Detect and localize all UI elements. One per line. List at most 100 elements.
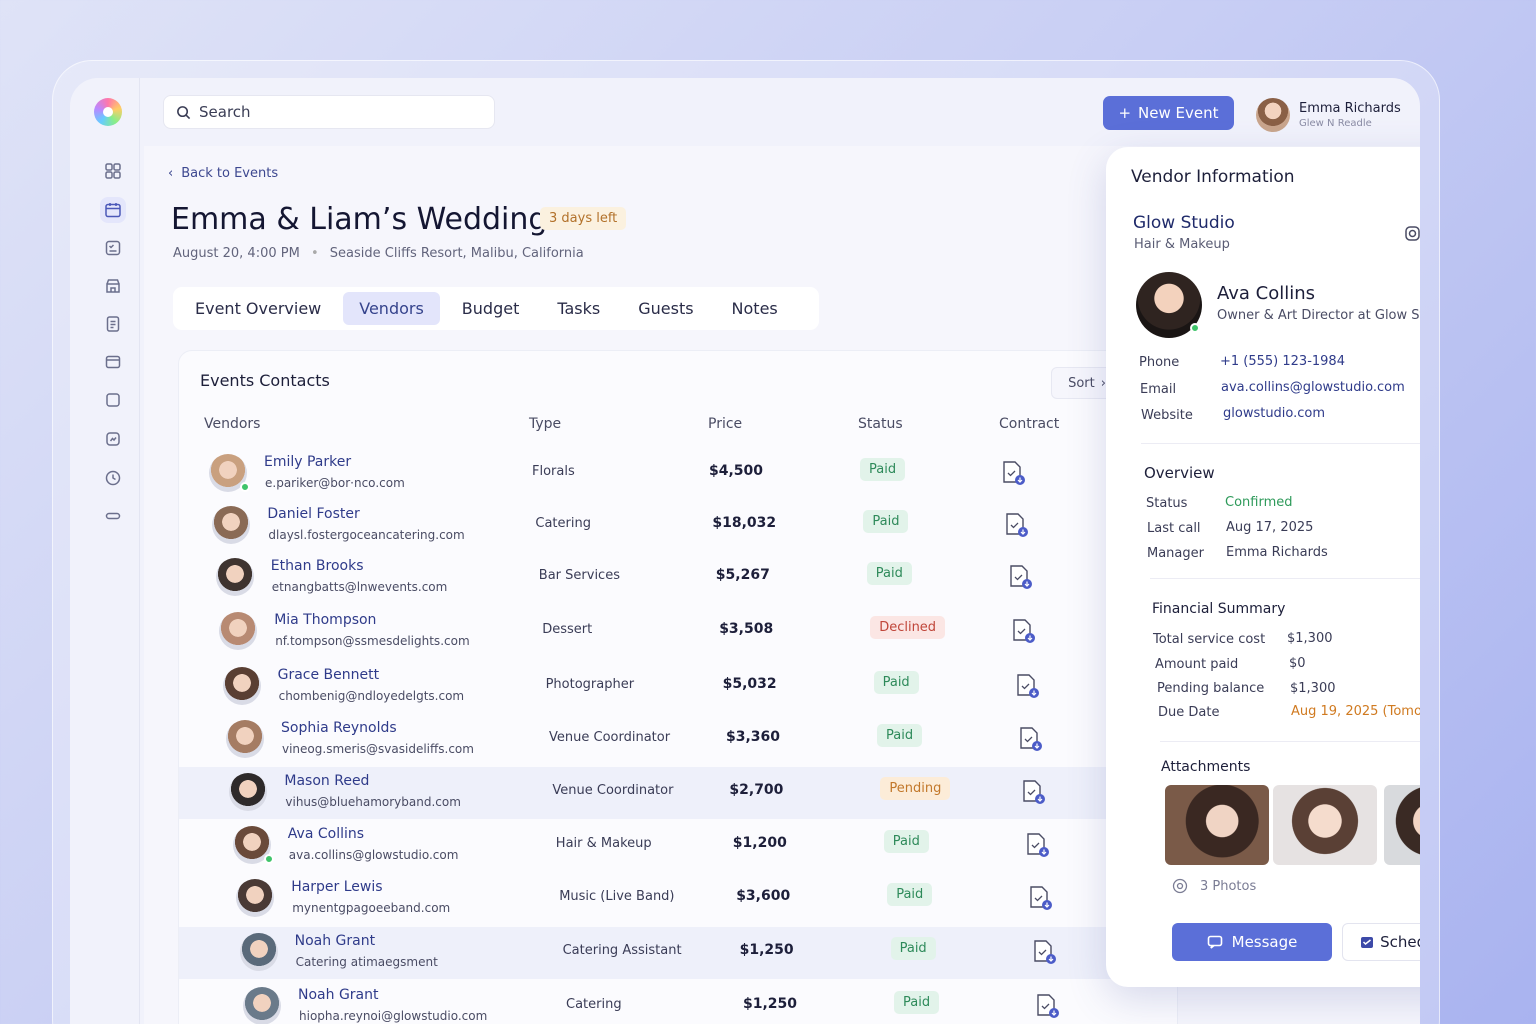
tab-tasks[interactable]: Tasks — [541, 292, 616, 325]
vendor-type: Florals — [532, 464, 575, 479]
table-row[interactable]: Emily Parker e.pariker@bor·nco.com Florals… — [179, 448, 1179, 500]
vendor-name[interactable]: Grace Bennett — [278, 667, 380, 683]
contract-icon[interactable] — [1025, 831, 1049, 857]
contacts-card: Events Contacts Sort › Vendors Type Pric… — [178, 350, 1179, 1024]
vendor-type: Catering Assistant — [562, 943, 682, 958]
tab-budget[interactable]: Budget — [446, 292, 536, 325]
vendor-info-panel: Vendor Information Glow Studio Hair & Ma… — [1106, 147, 1420, 987]
divider — [1160, 741, 1420, 742]
status-badge: Pending — [880, 777, 951, 800]
user-menu[interactable]: Emma Richards Glew N Readle — [1256, 98, 1401, 132]
search-icon — [177, 105, 191, 119]
schedule-call-label: Schedule Call — [1380, 933, 1420, 951]
vendor-type: Bar Services — [538, 568, 620, 583]
table-row[interactable]: Grace Bennett chombenig@ndloyedelgts.com P… — [179, 661, 1179, 713]
tab-guests[interactable]: Guests — [622, 292, 709, 325]
table-row[interactable]: Ethan Brooks etnangbatts@lnwevents.com Bar… — [179, 552, 1179, 604]
contract-icon[interactable] — [1028, 884, 1053, 910]
back-label: Back to Events — [181, 166, 279, 181]
avatar — [222, 667, 261, 705]
contract-icon[interactable] — [1018, 725, 1042, 751]
calendar-icon — [1361, 937, 1374, 948]
vendor-name[interactable]: Noah Grant — [298, 987, 379, 1003]
table-row[interactable]: Noah Grant hiopha.reynoi@glowstudio.com Ca… — [179, 981, 1179, 1024]
tab-vendors[interactable]: Vendors — [343, 292, 440, 325]
user-subtitle: Glew N Readle — [1299, 118, 1372, 129]
calendar-icon[interactable] — [100, 197, 126, 223]
avatar — [1256, 98, 1290, 132]
bullet-separator: • — [310, 246, 319, 261]
back-link[interactable]: ‹ Back to Events — [168, 166, 278, 181]
square-icon[interactable] — [100, 387, 126, 413]
contract-icon[interactable] — [1035, 992, 1059, 1018]
contract-icon[interactable] — [1021, 778, 1046, 804]
table-row[interactable]: Mason Reed vihus@bluehamoryband.com Venue … — [179, 767, 1179, 819]
table-row[interactable]: Noah Grant Catering atimaegsment Catering … — [179, 927, 1179, 979]
status-badge: Paid — [863, 510, 909, 533]
contract-icon[interactable] — [1032, 938, 1056, 964]
avatar — [215, 558, 254, 596]
vendor-name[interactable]: Emily Parker — [264, 454, 351, 470]
analytics-icon[interactable] — [100, 426, 126, 452]
phone-link[interactable]: +1 (555) 123-1984 — [1220, 354, 1345, 369]
vendor-email: vineog.smeris@svasideliffs.com — [282, 742, 474, 756]
attachment-photo[interactable] — [1384, 785, 1420, 865]
document-icon[interactable] — [100, 311, 126, 337]
search-input[interactable]: Search — [163, 95, 495, 129]
folder-icon[interactable] — [100, 349, 126, 375]
contract-icon[interactable] — [1008, 563, 1032, 589]
vendor-name[interactable]: Harper Lewis — [291, 879, 382, 895]
online-indicator — [263, 854, 274, 864]
table-row[interactable]: Harper Lewis mynentgpagoeeband.com Music (… — [179, 873, 1179, 925]
tab-bar: Event Overview Vendors Budget Tasks Gues… — [173, 287, 819, 330]
vendor-type: Venue Coordinator — [549, 730, 671, 745]
email-link[interactable]: ava.collins@glowstudio.com — [1221, 380, 1405, 395]
panel-title: Vendor Information — [1131, 167, 1295, 187]
contract-icon[interactable] — [1004, 511, 1029, 537]
message-button[interactable]: Message — [1172, 923, 1332, 961]
total-label: Total service cost — [1153, 632, 1266, 647]
vendor-name[interactable]: Ethan Brooks — [271, 558, 364, 574]
instagram-icon[interactable] — [1404, 225, 1420, 246]
dashboard-icon[interactable] — [100, 158, 126, 184]
vendor-name[interactable]: Ava Collins — [288, 826, 364, 842]
tab-event-overview[interactable]: Event Overview — [179, 292, 337, 325]
online-indicator — [1190, 323, 1200, 333]
table-row[interactable]: Mia Thompson nf.tompson@ssmesdelights.com… — [179, 606, 1179, 658]
clock-icon[interactable] — [100, 465, 126, 491]
col-header-price: Price — [708, 416, 743, 432]
store-icon[interactable] — [100, 273, 126, 299]
table-row[interactable]: Ava Collins ava.collins@glowstudio.com Hai… — [179, 820, 1179, 872]
vendor-name[interactable]: Mason Reed — [284, 773, 369, 789]
vendor-name[interactable]: Noah Grant — [295, 933, 376, 949]
vendor-email: chombenig@ndloyedelgts.com — [278, 689, 465, 703]
status-badge: Paid — [873, 671, 919, 694]
vendor-price: $1,200 — [732, 835, 787, 851]
col-header-type: Type — [529, 416, 562, 432]
vendor-name[interactable]: Daniel Foster — [267, 506, 359, 522]
status-badge: Paid — [866, 562, 912, 585]
vendor-email: mynentgpagoeeband.com — [292, 901, 451, 915]
vendor-name[interactable]: Sophia Reynolds — [281, 720, 397, 736]
schedule-call-button[interactable]: Schedule Call — [1342, 923, 1420, 961]
tab-notes[interactable]: Notes — [716, 292, 794, 325]
avatar — [219, 612, 258, 650]
attachment-photo[interactable] — [1273, 785, 1377, 865]
chat-icon — [1207, 935, 1222, 949]
attachment-photo[interactable] — [1165, 785, 1269, 865]
vendor-name[interactable]: Mia Thompson — [274, 612, 376, 628]
contract-icon[interactable] — [1011, 617, 1036, 643]
website-link[interactable]: glowstudio.com — [1223, 406, 1325, 421]
due-value: Aug 19, 2025 (Tomorrow) — [1291, 704, 1420, 719]
divider — [1141, 443, 1420, 444]
toggle-icon[interactable] — [100, 503, 126, 529]
avatar — [212, 506, 251, 544]
checklist-icon[interactable] — [100, 235, 126, 261]
contract-icon[interactable] — [1001, 459, 1025, 485]
table-row[interactable]: Daniel Foster dlaysl.fostergoceancatering… — [179, 500, 1179, 552]
vendor-type: Hair & Makeup — [555, 836, 652, 851]
new-event-button[interactable]: + New Event — [1103, 96, 1234, 130]
vendor-email: vihus@bluehamoryband.com — [285, 795, 461, 809]
contract-icon[interactable] — [1015, 672, 1039, 698]
table-row[interactable]: Sophia Reynolds vineog.smeris@svasideliff… — [179, 714, 1179, 766]
